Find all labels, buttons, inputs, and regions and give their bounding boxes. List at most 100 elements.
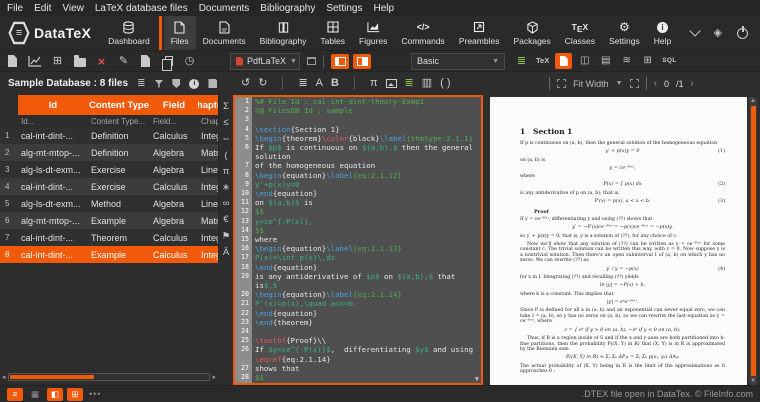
- list-icon[interactable]: ≣: [405, 78, 414, 89]
- tab-documents[interactable]: Documents: [196, 16, 253, 50]
- panel-toggle-icon[interactable]: ◧: [47, 387, 63, 401]
- tab-commands[interactable]: </> Commands: [394, 16, 451, 50]
- pdf-view-icon[interactable]: [555, 53, 573, 69]
- columns-icon[interactable]: ▥: [422, 78, 432, 89]
- horizontal-scrollbar[interactable]: ◂ ▸: [0, 372, 218, 382]
- menu-help[interactable]: Help: [373, 3, 394, 14]
- edit-pencil-icon[interactable]: ✎: [117, 55, 130, 67]
- table-row[interactable]: 8 cal-int-dint-... Example Calculus Integ: [0, 246, 218, 263]
- menu-settings[interactable]: Settings: [326, 3, 362, 14]
- symbol-button-3[interactable]: (: [224, 148, 227, 164]
- redo-icon[interactable]: ↻: [258, 78, 267, 89]
- notes-view-icon[interactable]: ▤: [597, 53, 614, 69]
- new-file-icon[interactable]: [6, 55, 19, 67]
- scroll-left-icon[interactable]: ◂: [2, 374, 6, 381]
- menu-bibliography[interactable]: Bibliography: [260, 3, 315, 14]
- tab-settings[interactable]: ⚙ Settings: [602, 16, 647, 50]
- symbol-button-1[interactable]: ≤: [223, 115, 228, 131]
- tab-dashboard[interactable]: Dashboard: [101, 16, 157, 50]
- fit-mode-label[interactable]: Fit Width: [573, 79, 609, 89]
- plot-icon[interactable]: [28, 55, 42, 67]
- expand-icon[interactable]: [629, 79, 639, 88]
- symbol-button-9[interactable]: Ä: [223, 245, 229, 261]
- book-view-icon[interactable]: ◫: [576, 53, 593, 69]
- image-icon[interactable]: [385, 79, 397, 88]
- format-grid-icon[interactable]: ≣: [298, 78, 307, 89]
- table-row[interactable]: 6 alg-mt-mtop-... Example Algebra Matri: [0, 212, 218, 229]
- tab-classes[interactable]: TEX Classes: [558, 16, 602, 50]
- symbol-button-0[interactable]: Σ: [223, 99, 229, 115]
- diamond-icon[interactable]: ◈: [714, 27, 722, 39]
- symbol-button-8[interactable]: ⚑: [222, 229, 231, 245]
- math-icon[interactable]: π: [370, 78, 378, 89]
- table-icon[interactable]: ⊞: [51, 55, 64, 67]
- table-row[interactable]: 5 alg-ls-dt-exm... Method Algebra Linea: [0, 195, 218, 212]
- more-icon[interactable]: •••: [89, 389, 101, 399]
- next-page-icon[interactable]: ›: [690, 78, 693, 89]
- previous-page-icon[interactable]: ‹: [654, 78, 657, 89]
- tab-tables[interactable]: Tables: [313, 16, 352, 50]
- sort-list-icon[interactable]: ≣: [137, 78, 145, 89]
- font-icon[interactable]: A: [316, 78, 323, 89]
- filter-input-content-type[interactable]: Content Type...: [88, 117, 150, 126]
- layout-right-panel-icon[interactable]: [353, 53, 371, 69]
- bold-icon[interactable]: B: [331, 78, 339, 89]
- tab-preambles[interactable]: Preambles: [452, 16, 507, 50]
- mode-dropdown[interactable]: Basic ▼: [411, 52, 505, 70]
- symbol-button-7[interactable]: €: [223, 212, 228, 228]
- scroll-up-icon[interactable]: ▲: [749, 97, 757, 105]
- symbol-button-4[interactable]: π: [223, 164, 230, 180]
- list-view-icon[interactable]: ≣: [513, 53, 530, 69]
- table-row[interactable]: 2 alg-mt-mtop-... Definition Algebra Matri: [0, 144, 218, 161]
- grid-view-icon[interactable]: ⊞: [639, 53, 656, 69]
- tag-icon[interactable]: [172, 79, 181, 88]
- filter-input-field[interactable]: Field...: [150, 117, 198, 126]
- layout-left-panel-icon[interactable]: [331, 53, 349, 69]
- table-layout-icon[interactable]: ▦: [27, 388, 43, 401]
- scroll-right-icon[interactable]: ▸: [212, 374, 216, 381]
- menu-edit[interactable]: Edit: [34, 3, 51, 14]
- filter-input-chapter[interactable]: Chapter...: [198, 117, 218, 126]
- caret-down-icon[interactable]: ▼: [616, 80, 623, 87]
- menu-view[interactable]: View: [62, 3, 84, 14]
- tab-bibliography[interactable]: Bibliography: [253, 16, 314, 50]
- code-editor[interactable]: 1 %# File Id : cal-int-dint-theory-Exmp1 2…: [233, 95, 483, 385]
- symbol-button-5[interactable]: ∗: [222, 180, 230, 196]
- filter-input-id[interactable]: Id...: [18, 117, 88, 126]
- table-row[interactable]: 4 cal-int-dint-... Exercise Calculus Integ: [0, 178, 218, 195]
- column-header-chapter[interactable]: Chapter: [198, 95, 218, 115]
- fit-page-icon[interactable]: [557, 79, 567, 88]
- filter-icon[interactable]: [154, 79, 164, 88]
- table-row[interactable]: 1 cal-int-dint-... Definition Calculus Integ: [0, 127, 218, 144]
- save-icon[interactable]: [208, 79, 218, 88]
- sql-view-icon[interactable]: SQL: [660, 53, 678, 69]
- compiler-dropdown[interactable]: PdfLaTeX ▼: [230, 52, 300, 70]
- column-header-id[interactable]: Id: [18, 95, 88, 115]
- pdf-scrollbar-thumb[interactable]: [750, 106, 756, 377]
- grid-toggle-icon[interactable]: ⊞: [67, 387, 83, 401]
- scroll-down-icon[interactable]: ▼: [749, 377, 757, 385]
- table-row[interactable]: 3 alg-ls-dt-exm... Exercise Algebra Linea: [0, 161, 218, 178]
- page-number-input[interactable]: 0: [664, 79, 669, 89]
- menu-documents[interactable]: Documents: [199, 3, 250, 14]
- menu-icon[interactable]: ≡: [7, 387, 23, 401]
- detach-window-icon[interactable]: [307, 57, 316, 65]
- column-header-content-type[interactable]: Content Type: [88, 95, 150, 115]
- folder-icon[interactable]: [73, 55, 86, 67]
- menu-latex-database-files[interactable]: LaTeX database files: [95, 3, 188, 14]
- undo-icon[interactable]: ↺: [241, 78, 250, 89]
- scrollbar-thumb[interactable]: [9, 375, 94, 379]
- parentheses-icon[interactable]: ( ): [440, 78, 450, 89]
- copy-icon[interactable]: [161, 56, 174, 71]
- scrollbar-track[interactable]: [7, 373, 211, 381]
- pdf-scrollbar[interactable]: ▲ ▼: [749, 97, 757, 385]
- power-icon[interactable]: [737, 25, 748, 39]
- table-row[interactable]: 7 cal-int-dint-... Theorem Calculus Integ: [0, 229, 218, 246]
- database-view-icon[interactable]: ≋: [618, 53, 635, 69]
- delete-icon[interactable]: ×: [95, 55, 108, 68]
- symbol-button-2[interactable]: ⇔: [221, 131, 231, 147]
- tab-figures[interactable]: Figures: [352, 16, 394, 50]
- tab-packages[interactable]: Packages: [506, 16, 557, 50]
- symbol-button-6[interactable]: ∞: [223, 196, 230, 212]
- tab-help[interactable]: i Help: [647, 16, 678, 50]
